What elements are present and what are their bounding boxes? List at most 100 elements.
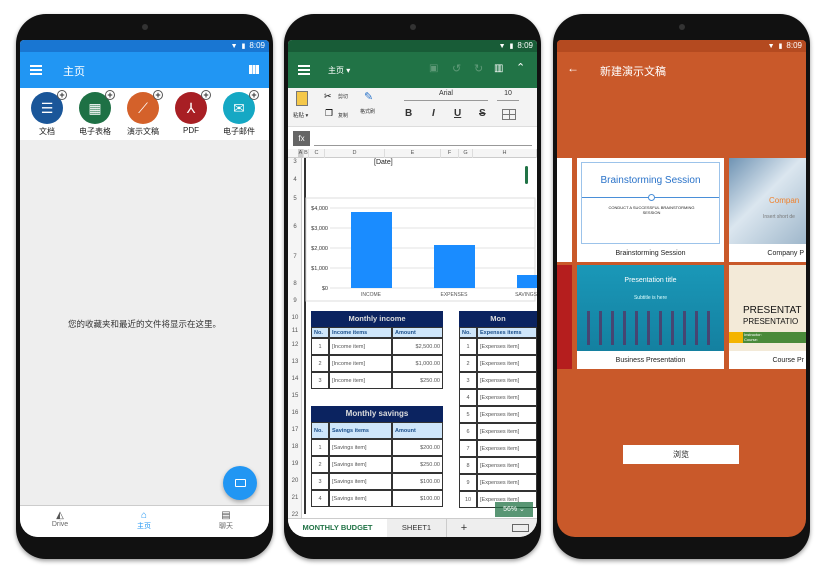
underline-button[interactable]: U (454, 108, 461, 119)
borders-icon[interactable] (502, 109, 516, 120)
savings-header-cell[interactable]: Savings items (329, 422, 392, 439)
column-header-C[interactable]: C (309, 149, 325, 158)
template-company[interactable]: Compan Insert short de Company P (729, 158, 806, 262)
expenses-cell[interactable]: 1 (459, 338, 477, 355)
expenses-cell[interactable]: [Expenses item] (477, 440, 537, 457)
expenses-cell[interactable]: 5 (459, 406, 477, 423)
savings-cell[interactable]: $100.00 (392, 473, 443, 490)
expenses-cell[interactable]: [Expenses item] (477, 406, 537, 423)
cut-icon[interactable]: ✂ (324, 91, 332, 102)
save-icon[interactable]: ▣ (429, 63, 438, 74)
row-header-14[interactable]: 14 (288, 376, 302, 382)
browse-button[interactable]: 浏览 (623, 445, 739, 464)
copy-label[interactable]: 复制 (338, 112, 348, 119)
paste-icon[interactable] (296, 91, 308, 106)
expenses-cell[interactable]: [Expenses item] (477, 389, 537, 406)
savings-cell[interactable]: [Savings item] (329, 439, 392, 456)
scroll-handle[interactable] (525, 166, 528, 184)
template-course[interactable]: PRESENTAT PRESENTATIO Instructor: Course:… (729, 265, 806, 369)
bold-button[interactable]: B (405, 108, 412, 119)
row-header-9[interactable]: 9 (288, 298, 302, 304)
savings-cell[interactable]: 1 (311, 439, 329, 456)
row-header-10[interactable]: 10 (288, 315, 302, 321)
savings-cell[interactable]: $200.00 (392, 439, 443, 456)
expenses-cell[interactable]: 6 (459, 423, 477, 440)
strikethrough-button[interactable]: S (479, 108, 486, 119)
template-card-partial[interactable] (557, 158, 572, 262)
keyboard-icon[interactable] (512, 524, 529, 532)
savings-header-cell[interactable]: No. (311, 422, 329, 439)
income-header-cell[interactable]: Income items (329, 327, 392, 338)
font-select[interactable]: Arial (404, 90, 488, 101)
income-cell[interactable]: 2 (311, 355, 329, 372)
column-header-F[interactable]: F (441, 149, 459, 158)
expenses-cell[interactable]: 3 (459, 372, 477, 389)
savings-cell[interactable]: [Savings item] (329, 473, 392, 490)
savings-cell[interactable]: 3 (311, 473, 329, 490)
expenses-table-title[interactable]: Mon (459, 311, 537, 327)
row-header-3[interactable]: 3 (288, 159, 302, 165)
row-header-17[interactable]: 17 (288, 427, 302, 433)
expenses-cell[interactable]: 10 (459, 491, 477, 508)
savings-cell[interactable]: [Savings item] (329, 456, 392, 473)
template-brainstorming[interactable]: Brainstorming Session CONDUCT A SUCCESSF… (577, 158, 724, 262)
nav-home[interactable]: ⌂ 主页 (124, 510, 164, 531)
new-pdf-button[interactable]: ⅄ + PDF (166, 90, 216, 135)
income-cell[interactable]: [Income item] (329, 372, 392, 389)
format-painter-label[interactable]: 格式刷 (360, 108, 375, 115)
zoom-indicator[interactable]: 56% ⌄ (495, 502, 533, 517)
row-header-20[interactable]: 20 (288, 478, 302, 484)
savings-cell[interactable]: 2 (311, 456, 329, 473)
income-header-cell[interactable]: Amount (392, 327, 443, 338)
row-header-13[interactable]: 13 (288, 359, 302, 365)
redo-icon[interactable]: ↻ (474, 62, 483, 75)
row-header-6[interactable]: 6 (288, 224, 302, 230)
new-document-button[interactable]: ☰ + 文档 (22, 90, 72, 137)
income-cell[interactable]: $2,500.00 (392, 338, 443, 355)
paste-button[interactable]: 粘贴 ▾ (293, 111, 308, 119)
row-header-11[interactable]: 11 (288, 328, 302, 334)
row-header-19[interactable]: 19 (288, 461, 302, 467)
font-size-select[interactable]: 10 (497, 90, 519, 101)
income-cell[interactable]: 3 (311, 372, 329, 389)
income-header-cell[interactable]: No. (311, 327, 329, 338)
menu-icon[interactable] (298, 65, 310, 75)
italic-button[interactable]: I (432, 108, 435, 119)
savings-cell[interactable]: [Savings item] (329, 490, 392, 507)
format-painter-icon[interactable]: ✎ (364, 90, 373, 103)
expenses-cell[interactable]: [Expenses item] (477, 338, 537, 355)
income-cell[interactable]: [Income item] (329, 355, 392, 372)
row-header-7[interactable]: 7 (288, 254, 302, 260)
nav-chat[interactable]: ▤ 聊天 (206, 510, 246, 531)
template-business[interactable]: Presentation title Subtitle is here Busi… (577, 265, 724, 369)
income-cell[interactable]: $1,000.00 (392, 355, 443, 372)
savings-header-cell[interactable]: Amount (392, 422, 443, 439)
savings-table-title[interactable]: Monthly savings (311, 406, 443, 422)
cut-label[interactable]: 剪切 (338, 93, 348, 100)
formula-icon[interactable]: fx (293, 131, 310, 146)
expenses-cell[interactable]: 7 (459, 440, 477, 457)
row-header-12[interactable]: 12 (288, 342, 302, 348)
new-email-button[interactable]: ✉ + 电子邮件 (214, 90, 264, 137)
column-header-G[interactable]: G (459, 149, 473, 158)
expenses-cell[interactable]: [Expenses item] (477, 423, 537, 440)
expenses-cell[interactable]: 2 (459, 355, 477, 372)
copy-icon[interactable]: ❐ (325, 108, 333, 119)
expenses-cell[interactable]: [Expenses item] (477, 355, 537, 372)
row-header-18[interactable]: 18 (288, 444, 302, 450)
column-header-H[interactable]: H (473, 149, 537, 158)
tab-monthly-budget[interactable]: MONTHLY BUDGET (288, 519, 387, 537)
tab-sheet1[interactable]: SHEET1 (387, 519, 447, 537)
savings-cell[interactable]: $100.00 (392, 490, 443, 507)
menu-icon[interactable] (30, 65, 42, 75)
back-arrow-icon[interactable]: ← (567, 61, 579, 75)
expenses-cell[interactable]: 4 (459, 389, 477, 406)
grid-view-icon[interactable] (249, 65, 259, 74)
income-table-title[interactable]: Monthly income (311, 311, 443, 327)
row-header-21[interactable]: 21 (288, 495, 302, 501)
expenses-cell[interactable]: [Expenses item] (477, 372, 537, 389)
undo-icon[interactable]: ↺ (452, 62, 461, 75)
new-spreadsheet-button[interactable]: ▦ + 电子表格 (70, 90, 120, 137)
row-header-16[interactable]: 16 (288, 410, 302, 416)
date-cell[interactable]: [Date] (374, 159, 393, 166)
